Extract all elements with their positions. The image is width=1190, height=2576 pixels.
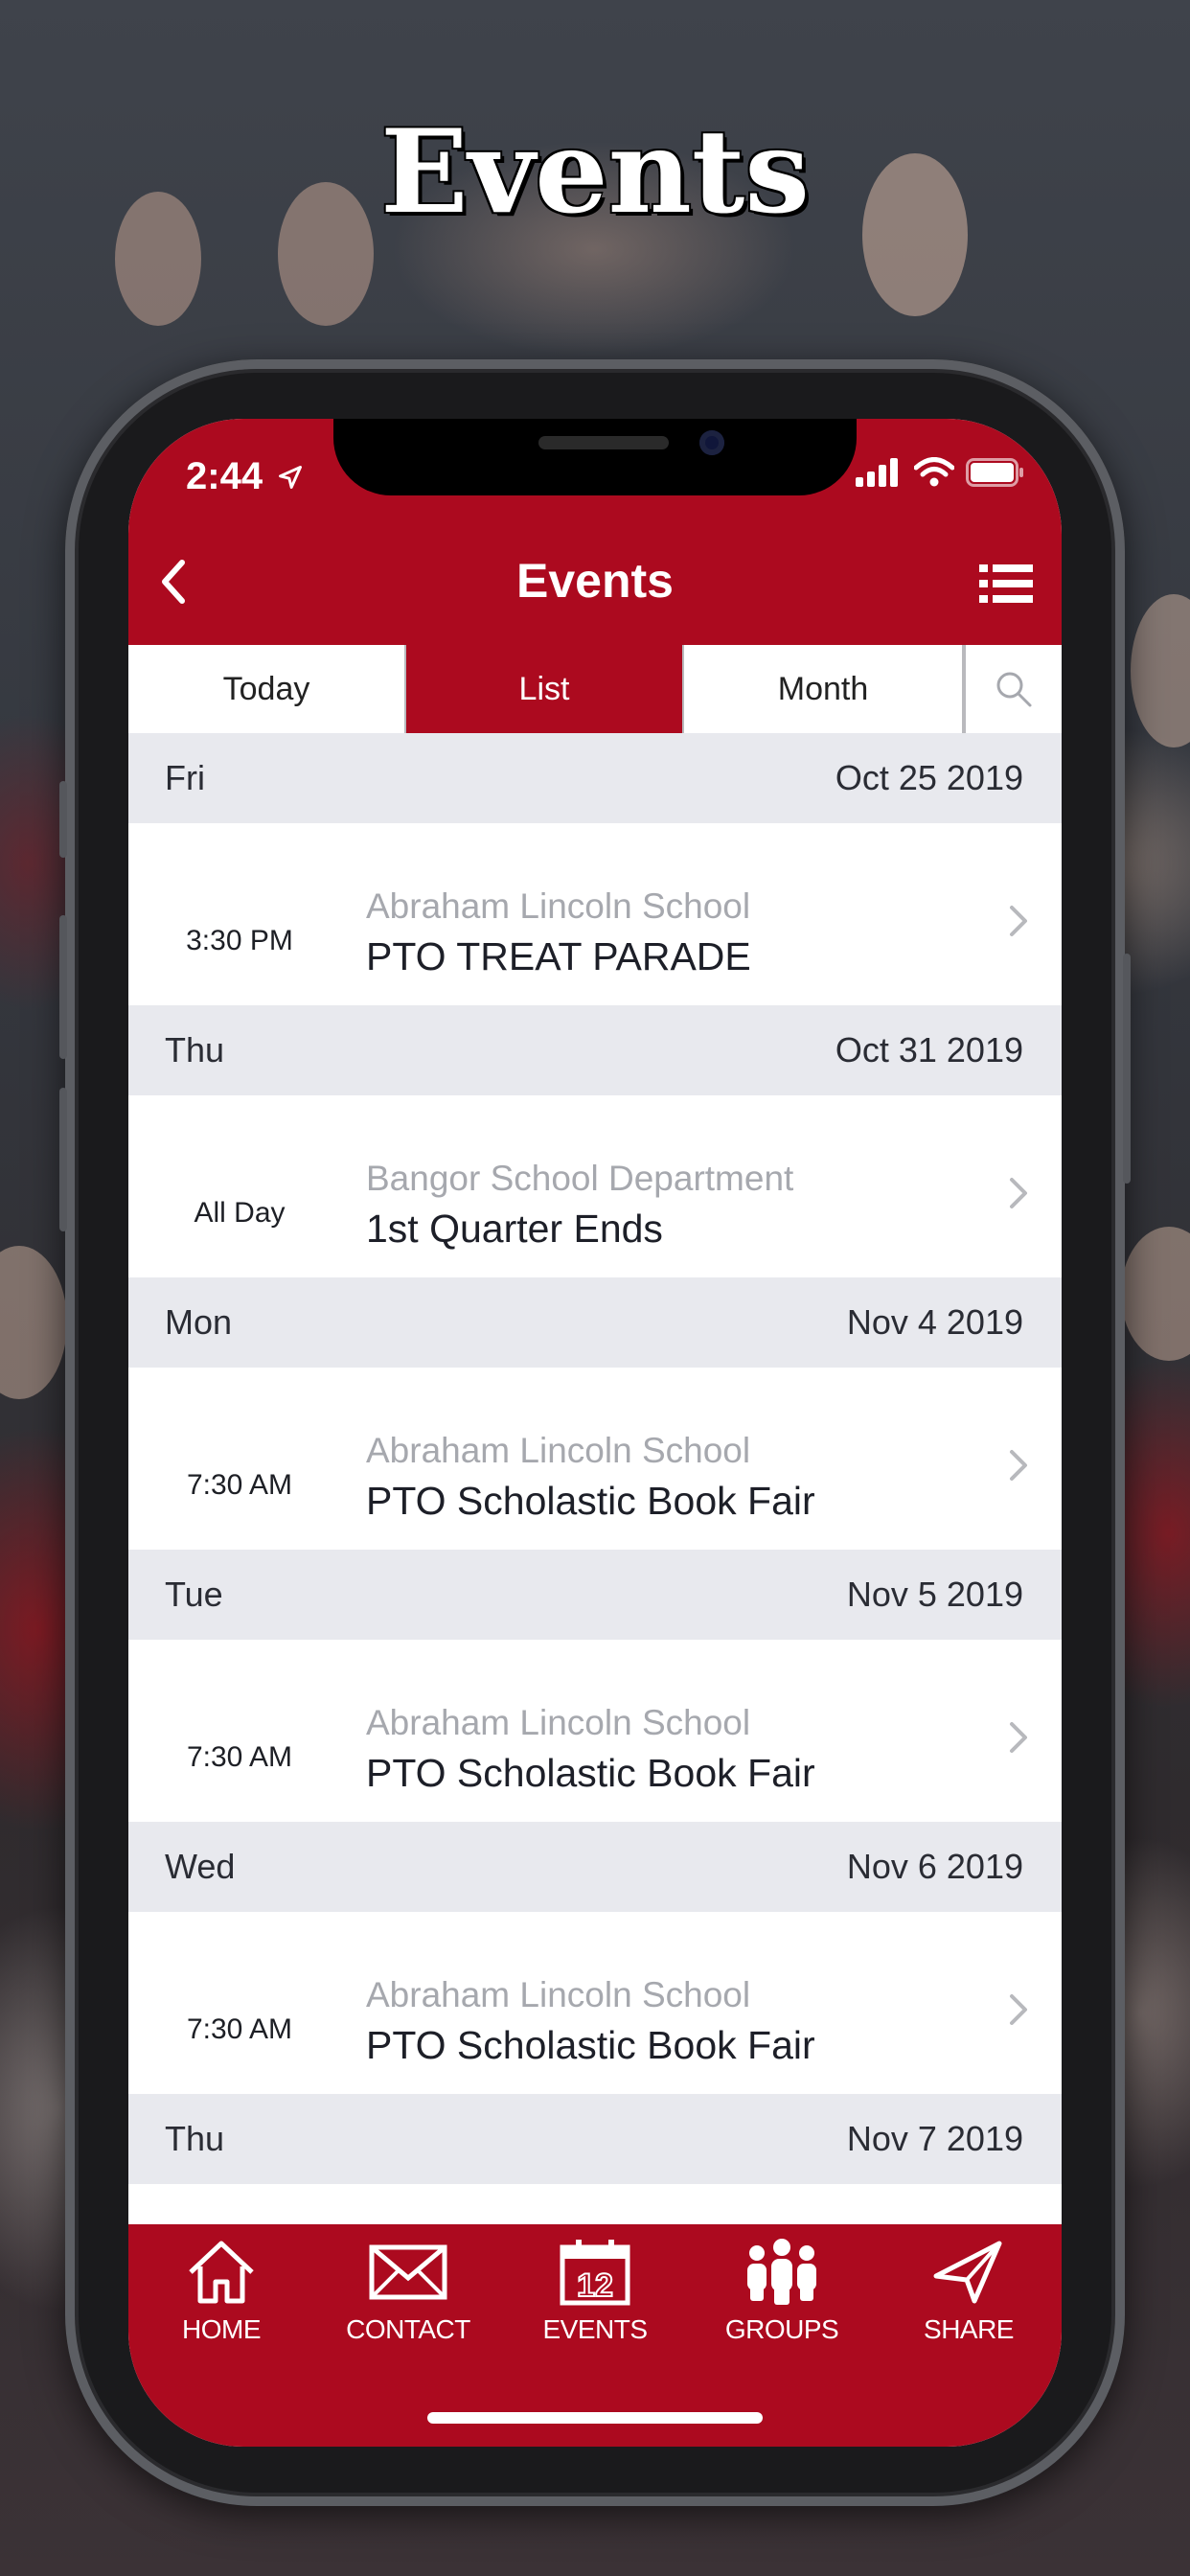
status-icons [856, 457, 1025, 495]
day-date: Nov 4 2019 [846, 1302, 1023, 1342]
tab-contact[interactable]: CONTACT [315, 2224, 501, 2358]
speaker [538, 436, 669, 449]
event-organization: Abraham Lincoln School [366, 1431, 751, 1470]
day-header: Thu Oct 31 2019 [128, 1005, 1062, 1095]
calendar-icon: 12 [560, 2240, 630, 2306]
day-weekday: Fri [165, 758, 205, 797]
home-icon [189, 2241, 254, 2304]
event-organization: Abraham Lincoln School [366, 1703, 751, 1742]
nav-title: Events [516, 554, 674, 608]
chevron-right-icon [1010, 1994, 1027, 2025]
battery-icon [966, 458, 1023, 487]
event-row[interactable]: 7:30 AM Abraham Lincoln School PTO Schol… [128, 1912, 1062, 2094]
tab-share[interactable]: SHARE [876, 2224, 1062, 2358]
events-list: Fri Oct 25 2019 3:30 PM Abraham Lincoln … [128, 733, 1062, 2299]
event-row[interactable]: 7:30 AM Abraham Lincoln School PTO Schol… [128, 1640, 1062, 1822]
day-header: Tue Nov 5 2019 [128, 1550, 1062, 1640]
event-row[interactable]: All Day Bangor School Department 1st Qua… [128, 1095, 1062, 1277]
day-weekday: Thu [165, 1030, 225, 1070]
search-button[interactable] [964, 645, 1062, 733]
tab-groups-label: GROUPS [724, 2314, 839, 2344]
segment-list[interactable]: List [406, 645, 684, 733]
app-screen: 2:44 Events Today List Month Fri Oct 25 … [128, 419, 1062, 2447]
event-time: 7:30 AM [186, 2013, 293, 2045]
tab-events[interactable]: 12 EVENTS [502, 2224, 688, 2358]
notch [333, 419, 857, 495]
event-organization: Abraham Lincoln School [366, 1975, 751, 2014]
tab-home-label: HOME [182, 2314, 262, 2344]
day-header: Wed Nov 6 2019 [128, 1822, 1062, 1912]
day-date: Nov 7 2019 [846, 2119, 1023, 2158]
signal-icon [856, 458, 899, 487]
tab-bar: HOME CONTACT 12 EVENTS GROUPS SHARE [128, 2224, 1062, 2447]
day-header: Mon Nov 4 2019 [128, 1277, 1062, 1368]
event-name: 1st Quarter Ends [366, 1207, 663, 1251]
calendar-icon-text: 12 [577, 2267, 613, 2304]
event-organization: Bangor School Department [366, 1159, 794, 1198]
search-icon [996, 672, 1032, 707]
event-organization: Abraham Lincoln School [366, 886, 751, 926]
day-weekday: Mon [165, 1302, 233, 1342]
view-segmented-control: Today List Month [128, 645, 1062, 735]
status-time: 2:44 [186, 455, 304, 498]
list-menu-button[interactable] [979, 563, 1033, 605]
event-time: 3:30 PM [186, 925, 293, 956]
event-row[interactable]: 7:30 AM Abraham Lincoln School PTO Schol… [128, 1368, 1062, 1550]
wifi-icon [913, 457, 955, 487]
groups-icon [747, 2239, 816, 2305]
event-row[interactable]: 3:30 PM Abraham Lincoln School PTO TREAT… [128, 823, 1062, 1005]
header-bar: 2:44 Events [128, 419, 1062, 645]
tab-groups[interactable]: GROUPS [689, 2224, 875, 2358]
share-icon [933, 2241, 1002, 2304]
chevron-right-icon [1010, 1450, 1027, 1481]
page-title: Events [380, 104, 810, 240]
chevron-right-icon [1010, 906, 1027, 936]
camera [699, 430, 724, 455]
tab-events-label: EVENTS [542, 2314, 648, 2344]
day-weekday: Wed [165, 1847, 236, 1886]
chevron-right-icon [1010, 1722, 1027, 1753]
day-date: Nov 5 2019 [846, 1575, 1023, 1614]
location-arrow-icon [279, 466, 303, 489]
day-header: Thu Nov 7 2019 [128, 2094, 1062, 2184]
tab-share-label: SHARE [924, 2314, 1014, 2344]
event-time: 7:30 AM [186, 1469, 293, 1501]
event-time: All Day [194, 1197, 286, 1229]
day-date: Oct 31 2019 [835, 1030, 1023, 1070]
event-time: 7:30 AM [186, 1741, 293, 1773]
event-name: PTO Scholastic Book Fair [366, 1479, 815, 1523]
list-icon [979, 564, 1033, 603]
envelope-icon [369, 2244, 447, 2300]
day-weekday: Thu [165, 2119, 225, 2158]
day-date: Oct 25 2019 [835, 758, 1023, 797]
chevron-right-icon [1010, 1178, 1027, 1208]
segment-month[interactable]: Month [684, 645, 964, 733]
tab-home[interactable]: HOME [128, 2224, 314, 2358]
day-weekday: Tue [165, 1575, 223, 1614]
day-date: Nov 6 2019 [846, 1847, 1023, 1886]
segment-today[interactable]: Today [128, 645, 406, 733]
tab-contact-label: CONTACT [346, 2314, 470, 2344]
home-indicator [427, 2412, 763, 2424]
day-header: Fri Oct 25 2019 [128, 733, 1062, 823]
event-name: PTO TREAT PARADE [366, 934, 751, 978]
event-name: PTO Scholastic Book Fair [366, 2023, 815, 2067]
event-name: PTO Scholastic Book Fair [366, 1751, 815, 1795]
